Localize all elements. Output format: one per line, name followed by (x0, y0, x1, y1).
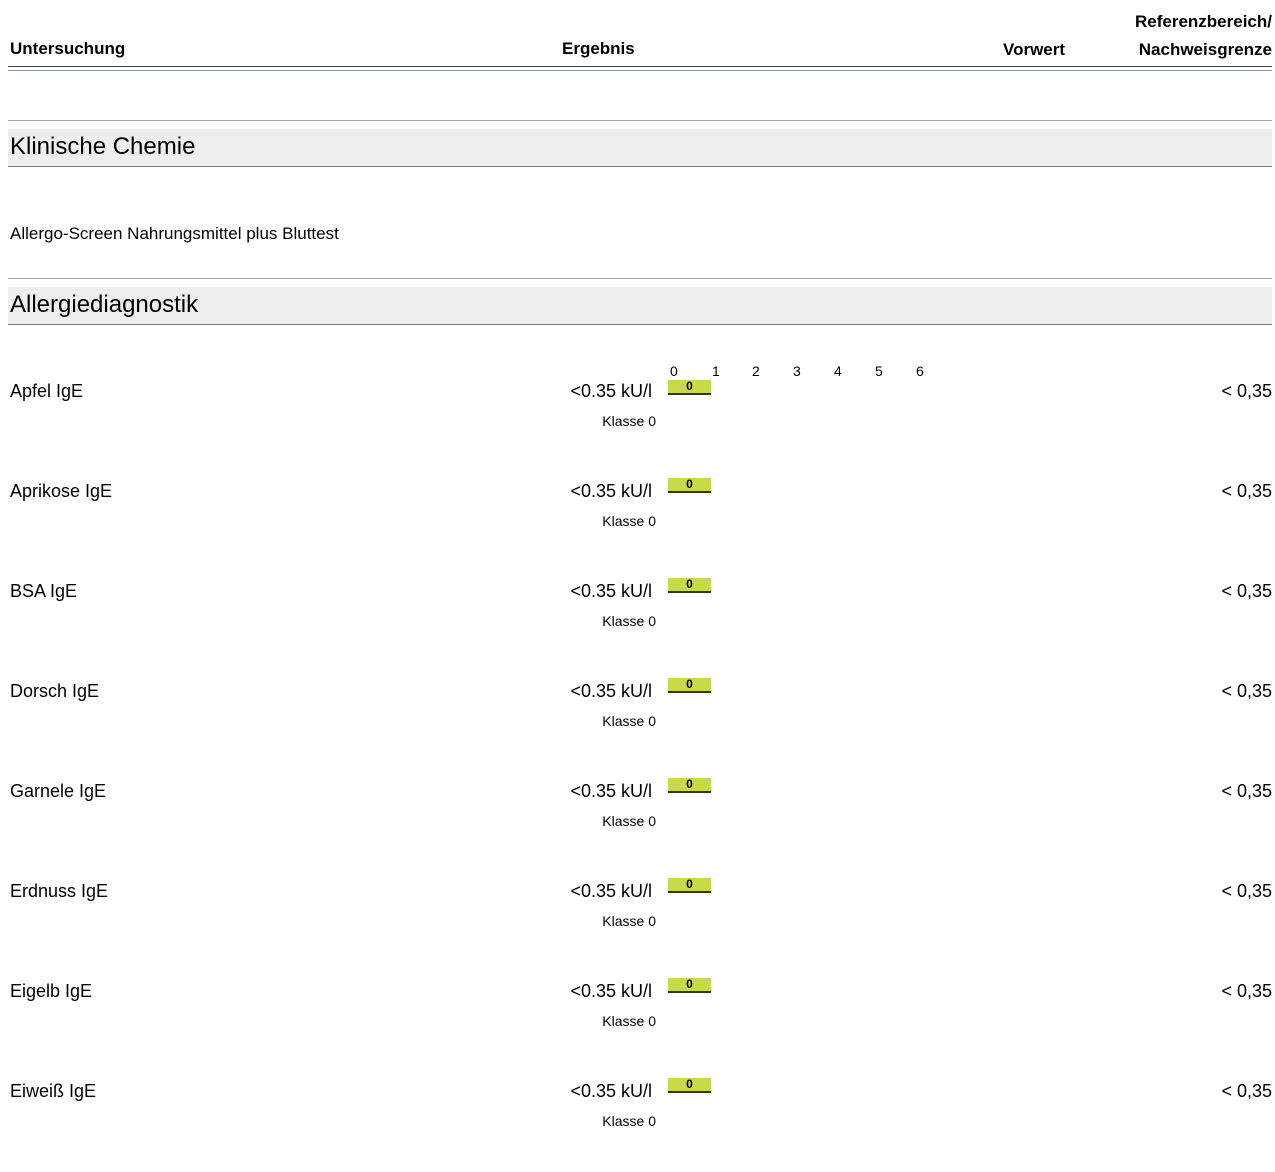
class-bar: 0 (668, 877, 711, 893)
class-bar-value: 0 (686, 477, 693, 491)
reference-value: < 0,35 (1221, 681, 1272, 701)
result-row: Eiweiß IgE <0.35 kU/l Klasse 0 0 < 0,35 (0, 1072, 1275, 1172)
class-bar-value: 0 (686, 379, 693, 393)
column-header-previous: Vorwert (1003, 40, 1066, 59)
class-label: Klasse 0 (602, 413, 656, 429)
section-clinical-chemistry: Klinische Chemie (8, 120, 1272, 167)
test-name: Apfel IgE (10, 381, 84, 401)
class-bar-value: 0 (686, 1077, 693, 1091)
test-name: Garnele IgE (10, 781, 107, 801)
result-row: Eigelb IgE <0.35 kU/l Klasse 0 0 < 0,35 (0, 972, 1275, 1072)
class-bar: 0 (668, 777, 711, 793)
column-header-test: Untersuchung (10, 39, 126, 58)
reference-value: < 0,35 (1221, 881, 1272, 901)
test-name: Aprikose IgE (10, 481, 113, 501)
reference-value: < 0,35 (1221, 981, 1272, 1001)
panel-title: Allergo-Screen Nahrungsmittel plus Blutt… (10, 224, 339, 243)
class-bar-value: 0 (686, 677, 693, 691)
header-rule (8, 66, 1272, 67)
header-rule-secondary (8, 70, 1272, 71)
section-allergy-diagnostics: Allergiediagnostik (8, 278, 1272, 325)
class-bar-value: 0 (686, 977, 693, 991)
class-bar-value: 0 (686, 577, 693, 591)
class-bar: 0 (668, 477, 711, 493)
result-value: <0.35 kU/l (570, 681, 652, 701)
class-bar: 0 (668, 1077, 711, 1093)
section-title: Klinische Chemie (10, 133, 196, 160)
class-bar-value: 0 (686, 777, 693, 791)
result-row: Garnele IgE <0.35 kU/l Klasse 0 0 < 0,35 (0, 772, 1275, 872)
result-value: <0.35 kU/l (570, 881, 652, 901)
result-value: <0.35 kU/l (570, 781, 652, 801)
result-row: BSA IgE <0.35 kU/l Klasse 0 0 < 0,35 (0, 572, 1275, 672)
result-value: <0.35 kU/l (570, 981, 652, 1001)
result-value: <0.35 kU/l (570, 481, 652, 501)
column-header-reference-line1: Referenzbereich/ (1135, 12, 1272, 31)
reference-value: < 0,35 (1221, 1081, 1272, 1101)
section-title: Allergiediagnostik (10, 291, 199, 318)
test-name: Erdnuss IgE (10, 881, 109, 901)
class-label: Klasse 0 (602, 1113, 656, 1129)
result-row: Erdnuss IgE <0.35 kU/l Klasse 0 0 < 0,35 (0, 872, 1275, 972)
test-name: Eigelb IgE (10, 981, 93, 1001)
class-bar: 0 (668, 577, 711, 593)
class-label: Klasse 0 (602, 613, 656, 629)
reference-value: < 0,35 (1221, 481, 1272, 501)
class-label: Klasse 0 (602, 513, 656, 529)
section-band (8, 129, 1272, 167)
reference-value: < 0,35 (1221, 381, 1272, 401)
class-bar: 0 (668, 677, 711, 693)
reference-value: < 0,35 (1221, 781, 1272, 801)
result-row: Apfel IgE <0.35 kU/l Klasse 0 0 < 0,35 (0, 372, 1275, 472)
class-label: Klasse 0 (602, 1013, 656, 1029)
test-name: BSA IgE (10, 581, 78, 601)
test-name: Eiweiß IgE (10, 1081, 97, 1101)
column-header-result: Ergebnis (562, 39, 635, 58)
class-label: Klasse 0 (602, 813, 656, 829)
result-value: <0.35 kU/l (570, 1081, 652, 1101)
column-header-reference-line2: Nachweisgrenze (1138, 40, 1272, 59)
result-value: <0.35 kU/l (570, 381, 652, 401)
result-value: <0.35 kU/l (570, 581, 652, 601)
class-bar-value: 0 (686, 877, 693, 891)
result-row: Dorsch IgE <0.35 kU/l Klasse 0 0 < 0,35 (0, 672, 1275, 772)
class-label: Klasse 0 (602, 913, 656, 929)
test-name: Dorsch IgE (10, 681, 100, 701)
class-label: Klasse 0 (602, 713, 656, 729)
reference-value: < 0,35 (1221, 581, 1272, 601)
class-bar: 0 (668, 379, 711, 395)
result-row: Aprikose IgE <0.35 kU/l Klasse 0 0 < 0,3… (0, 472, 1275, 572)
class-bar: 0 (668, 977, 711, 993)
